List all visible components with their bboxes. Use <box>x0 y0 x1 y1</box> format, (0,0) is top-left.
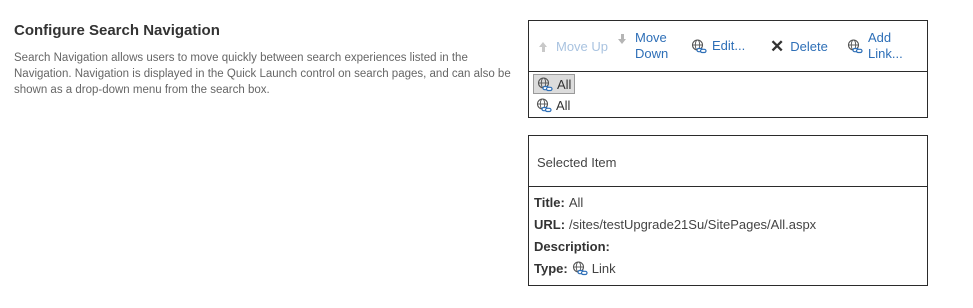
delete-label: Delete <box>790 39 828 54</box>
link-edit-icon <box>691 38 707 54</box>
tree-node-label: All <box>556 97 571 113</box>
arrow-down-icon <box>618 33 627 44</box>
url-value: /sites/testUpgrade21Su/SitePages/All.asp… <box>569 217 817 232</box>
link-node-icon <box>536 97 552 113</box>
selected-title-row: Title: All <box>534 195 583 210</box>
add-link-button[interactable]: Add Link... <box>847 30 903 62</box>
arrow-up-icon <box>539 41 548 53</box>
description-key: Description: <box>534 239 610 254</box>
type-value: Link <box>591 261 616 276</box>
add-link-label: Add Link... <box>868 30 903 62</box>
title-value: All <box>568 195 584 210</box>
edit-button[interactable]: Edit... <box>691 38 745 54</box>
link-node-icon <box>537 76 553 92</box>
tree-node-all-child[interactable]: All <box>533 95 573 115</box>
move-down-label-line2: Down <box>635 46 669 61</box>
move-down-label: Move Down <box>635 30 668 62</box>
edit-label: Edit... <box>712 38 746 53</box>
section-title: Configure Search Navigation <box>14 22 220 39</box>
title-key: Title: <box>534 195 565 210</box>
close-icon: ✕ <box>770 37 785 56</box>
move-down-label-line1: Move <box>635 30 667 45</box>
section-description: Search Navigation allows users to move q… <box>14 52 511 96</box>
url-key: URL: <box>534 217 566 232</box>
link-type-icon <box>572 261 588 276</box>
selected-description-row: Description: <box>534 239 614 254</box>
add-link-label-line1: Add <box>868 30 892 45</box>
selected-type-row: Type: Link <box>534 261 616 276</box>
selected-item-panel: Selected Item Title: All URL: /sites/tes… <box>528 135 928 286</box>
navigation-editor: Move Up Move Down Edit... ✕ Delete Add L… <box>528 20 928 118</box>
tree-node-all-root[interactable]: All <box>533 74 576 94</box>
selected-url-row: URL: /sites/testUpgrade21Su/SitePages/Al… <box>534 217 816 232</box>
move-down-button[interactable]: Move Down <box>618 30 668 62</box>
move-up-label: Move Up <box>556 39 609 54</box>
tree-node-label: All <box>557 76 572 92</box>
type-key: Type: <box>534 261 568 276</box>
move-up-button[interactable]: Move Up <box>539 39 608 55</box>
navigation-toolbar: Move Up Move Down Edit... ✕ Delete Add L… <box>529 21 927 72</box>
add-link-icon <box>847 38 863 54</box>
add-link-label-line2: Link... <box>868 46 903 61</box>
delete-button[interactable]: ✕ Delete <box>770 37 828 56</box>
selected-item-header: Selected Item <box>529 136 927 187</box>
